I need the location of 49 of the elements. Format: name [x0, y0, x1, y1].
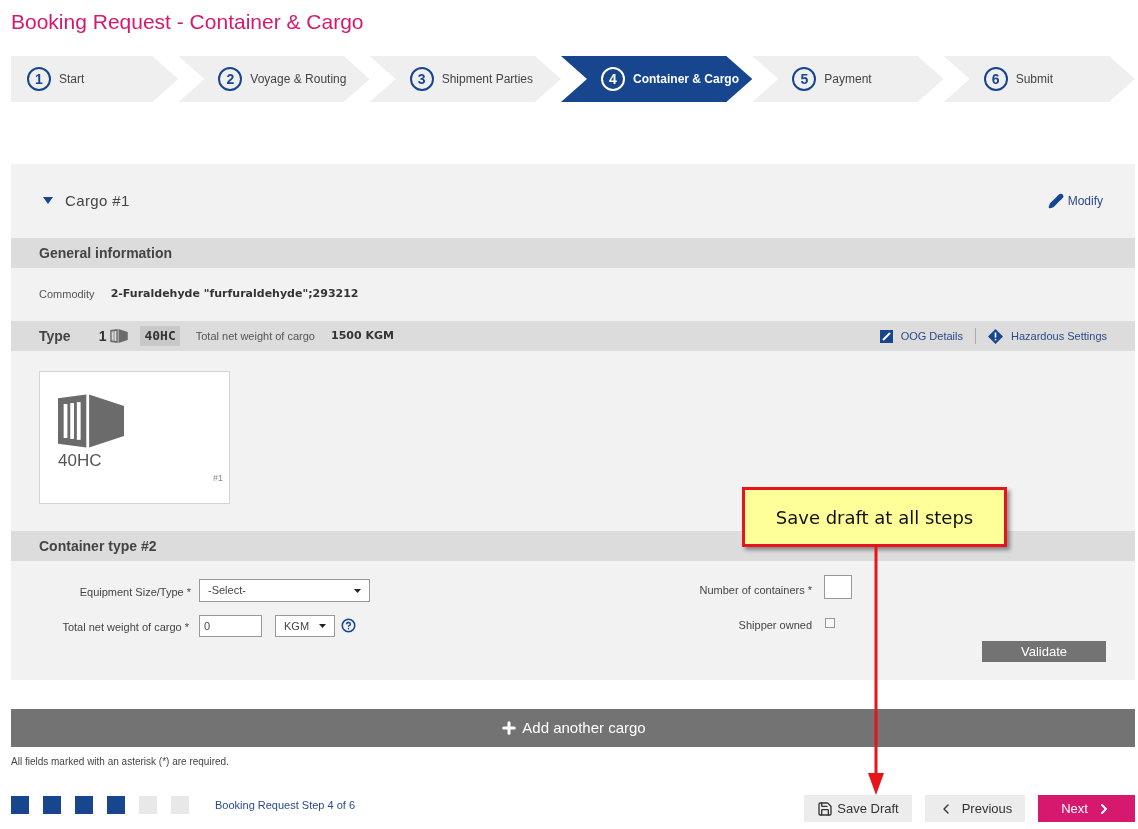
dropdown-arrow-icon — [354, 588, 361, 593]
type-label: Type — [39, 326, 71, 346]
container-card[interactable]: 40HC #1 — [39, 371, 230, 504]
validate-button[interactable]: Validate — [982, 641, 1106, 662]
help-icon[interactable] — [341, 618, 356, 633]
section-header: General information — [11, 238, 1135, 268]
cargo-title: Cargo #1 — [65, 190, 130, 211]
field-label: Commodity — [39, 287, 95, 303]
commodity-value: 2-Furaldehyde "furfuraldehyde";293212 — [110, 286, 359, 303]
next-button[interactable]: Next — [1038, 795, 1135, 822]
weight-input[interactable]: 0 — [199, 615, 262, 637]
container-icon — [58, 394, 124, 448]
count-input[interactable] — [824, 575, 852, 599]
edit-icon — [879, 329, 893, 343]
unit-select[interactable]: KGM — [275, 615, 335, 637]
pencil-icon — [1047, 193, 1064, 209]
weight-value: 1500 KGM — [331, 327, 394, 344]
oog-details-link[interactable]: OOG Details — [879, 327, 976, 345]
previous-button[interactable]: Previous — [925, 795, 1025, 822]
wizard-step[interactable]: 4 Container & Cargo — [561, 56, 753, 102]
wizard-step[interactable]: 2 Voyage & Routing — [178, 56, 370, 102]
save-draft-button[interactable]: Save Draft — [804, 795, 912, 822]
wizard-step[interactable]: 3 Shipment Parties — [369, 56, 561, 102]
type-count: 1 — [98, 326, 107, 346]
add-cargo-button[interactable]: Add another cargo — [11, 709, 1135, 747]
container-code: 40HC — [58, 450, 103, 472]
card-index: #1 — [213, 471, 223, 485]
required-note: All fields marked with an asterisk (*) are required. — [11, 755, 229, 769]
plus-icon — [500, 719, 519, 737]
dropdown-arrow-icon — [319, 624, 326, 628]
container-icon — [110, 329, 129, 343]
field-label: Number of containers * — [699, 583, 812, 598]
equipment-select[interactable]: -Select- — [199, 579, 370, 602]
annotation-callout: Save draft at all steps — [742, 487, 1007, 547]
caret-icon[interactable] — [43, 197, 53, 205]
modify-link[interactable]: Modify — [1047, 192, 1103, 210]
progress-label: Booking Request Step 4 of 6 — [215, 797, 356, 813]
page-title: Booking Request - Container & Cargo — [11, 9, 364, 35]
type-code: 40HC — [140, 326, 180, 346]
warning-diamond-icon — [988, 328, 1003, 344]
field-label: Equipment Size/Type * — [79, 585, 191, 600]
wizard-step[interactable]: 6 Submit — [943, 56, 1135, 102]
shipper-owned-checkbox[interactable] — [825, 618, 835, 628]
field-label: Total net weight of cargo — [195, 328, 315, 344]
wizard-step[interactable]: 5 Payment — [752, 56, 944, 102]
field-label: Shipper owned — [738, 618, 812, 633]
wizard-step[interactable]: 1 Start — [11, 56, 179, 102]
hazardous-settings-link[interactable]: Hazardous Settings — [976, 327, 1107, 345]
field-label: Total net weight of cargo * — [62, 620, 189, 635]
